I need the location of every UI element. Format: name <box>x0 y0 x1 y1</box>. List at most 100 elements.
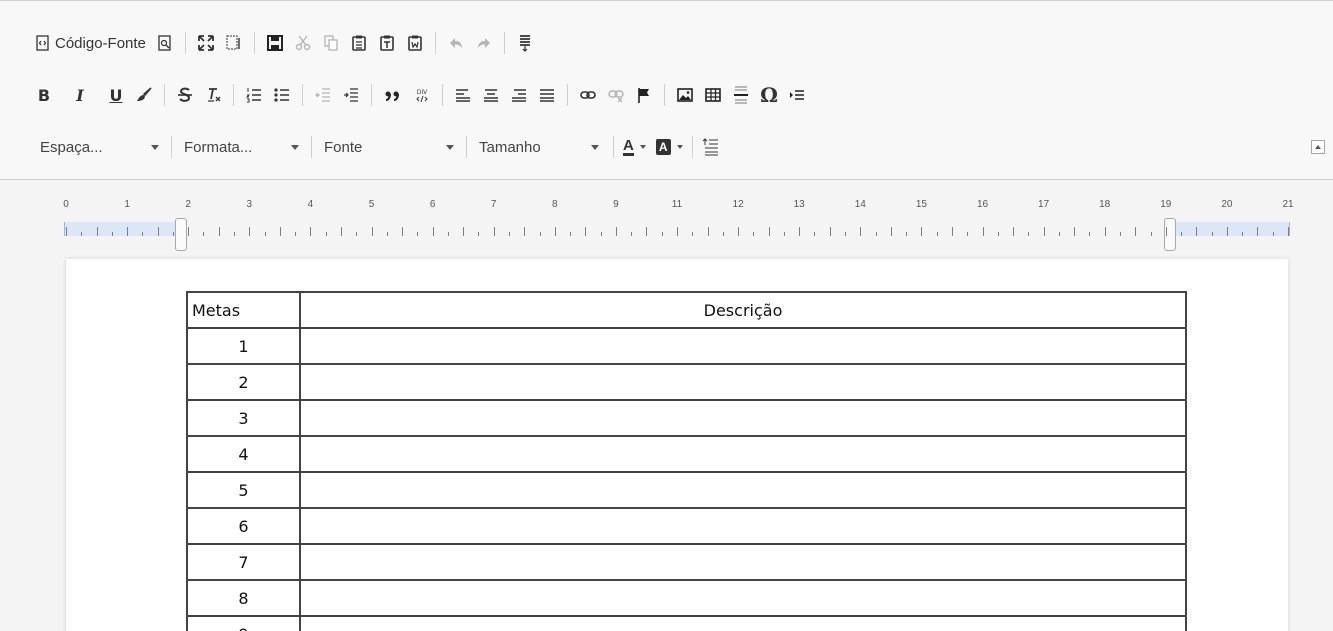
table-button[interactable] <box>699 81 727 109</box>
show-blocks-button[interactable] <box>220 29 248 57</box>
description-cell[interactable] <box>299 435 1187 473</box>
source-button[interactable]: Código-Fonte <box>30 29 151 57</box>
redo-icon <box>477 38 490 48</box>
ruler-tick <box>1242 232 1244 236</box>
svg-text:DIV: DIV <box>417 89 428 96</box>
ruler: 0 1 2 3 4 5 6 7 8 9 11 12 13 14 15 16 17 18 19 20 21 <box>0 181 1333 256</box>
undo-button[interactable] <box>442 29 470 57</box>
ruler-tick <box>1196 227 1198 236</box>
paste-text-button[interactable] <box>373 29 401 57</box>
unlink-button[interactable] <box>602 81 630 109</box>
ruler-tick <box>967 232 969 236</box>
font-combo[interactable]: Fonte <box>314 133 464 161</box>
align-center-icon <box>484 89 498 102</box>
meta-number-cell[interactable]: 8 <box>186 579 301 617</box>
meta-number-cell[interactable]: 6 <box>186 507 301 545</box>
meta-number-cell[interactable]: 5 <box>186 471 301 509</box>
format-combo[interactable]: Formata... <box>174 133 309 161</box>
page-break-button[interactable] <box>511 29 539 57</box>
underline-button[interactable]: U <box>102 81 130 109</box>
ruler-tick <box>356 232 358 236</box>
table-row: 9 <box>186 615 1187 631</box>
blockquote-button[interactable] <box>378 81 408 109</box>
align-justify-button[interactable] <box>533 81 561 109</box>
page-break-insert-button[interactable] <box>783 81 811 109</box>
collapse-toolbar-button[interactable] <box>1311 140 1325 154</box>
ruler-label: 0 <box>63 199 69 210</box>
remove-format-button[interactable] <box>199 81 227 109</box>
save-button[interactable] <box>261 29 289 57</box>
description-cell[interactable] <box>299 327 1187 365</box>
description-cell[interactable] <box>299 507 1187 545</box>
ruler-tick <box>432 227 434 236</box>
numbered-list-button[interactable] <box>240 81 268 109</box>
meta-number-cell[interactable]: 3 <box>186 399 301 437</box>
unlink-icon <box>608 90 624 103</box>
background-color-button[interactable]: A <box>651 133 688 161</box>
cut-button[interactable] <box>289 29 317 57</box>
maximize-button[interactable] <box>192 29 220 57</box>
ruler-tick <box>936 232 938 236</box>
bulleted-list-button[interactable] <box>268 81 296 109</box>
toolbar-separator <box>664 84 665 106</box>
description-cell[interactable] <box>299 363 1187 401</box>
copy-format-button[interactable] <box>130 81 158 109</box>
table-row: 2 <box>186 363 1187 401</box>
ruler-tick <box>218 227 220 236</box>
description-cell[interactable] <box>299 399 1187 437</box>
paste-word-icon <box>408 35 422 51</box>
header-cell-descricao[interactable]: Descrição <box>299 291 1187 329</box>
goals-table: Metas Descrição 123456789 <box>186 291 1187 631</box>
preview-button[interactable] <box>151 29 179 57</box>
ruler-tick <box>508 232 510 236</box>
meta-number-cell[interactable]: 4 <box>186 435 301 473</box>
text-color-button[interactable]: A <box>618 133 651 161</box>
flag-icon <box>638 88 649 103</box>
table-header-row: Metas Descrição <box>186 291 1187 329</box>
toolbar-row-3: Espaça... Formata... Fonte Tamanho A A <box>34 132 725 162</box>
ruler-tick <box>921 227 923 236</box>
align-center-button[interactable] <box>477 81 505 109</box>
size-combo-label: Tamanho <box>479 138 541 156</box>
copy-button[interactable] <box>317 29 345 57</box>
toolbar-row-1: Código-Fonte <box>30 28 539 58</box>
div-container-button[interactable]: DIV <box>408 81 436 109</box>
strikethrough-button[interactable] <box>171 81 199 109</box>
ruler-tick <box>1165 227 1167 236</box>
toolbar-separator <box>171 136 172 158</box>
ruler-tick <box>707 227 709 236</box>
ruler-left-margin-handle[interactable] <box>175 218 187 251</box>
size-combo[interactable]: Tamanho <box>469 133 609 161</box>
bold-button[interactable]: B <box>30 81 58 109</box>
description-cell[interactable] <box>299 543 1187 581</box>
description-cell[interactable] <box>299 579 1187 617</box>
line-height-button[interactable] <box>697 133 725 161</box>
link-button[interactable] <box>574 81 602 109</box>
document-page[interactable]: Metas Descrição 123456789 <box>66 259 1288 631</box>
meta-number-cell[interactable]: 9 <box>186 615 301 631</box>
spacing-combo[interactable]: Espaça... <box>34 133 169 161</box>
decrease-indent-button[interactable] <box>309 81 337 109</box>
anchor-button[interactable] <box>630 81 658 109</box>
description-cell[interactable] <box>299 615 1187 631</box>
redo-button[interactable] <box>470 29 498 57</box>
italic-button[interactable]: I <box>66 81 94 109</box>
description-cell[interactable] <box>299 471 1187 509</box>
ruler-tick <box>585 227 587 236</box>
ruler-tick <box>1089 232 1091 236</box>
ruler-tick <box>1058 232 1060 236</box>
meta-number-cell[interactable]: 2 <box>186 363 301 401</box>
horizontal-rule-button[interactable] <box>727 81 755 109</box>
increase-indent-icon <box>344 88 358 102</box>
align-left-button[interactable] <box>449 81 477 109</box>
align-right-button[interactable] <box>505 81 533 109</box>
paste-button[interactable] <box>345 29 373 57</box>
ruler-tick <box>722 232 724 236</box>
image-button[interactable] <box>671 81 699 109</box>
special-char-button[interactable]: Ω <box>755 81 783 109</box>
meta-number-cell[interactable]: 7 <box>186 543 301 581</box>
paste-word-button[interactable] <box>401 29 429 57</box>
meta-number-cell[interactable]: 1 <box>186 327 301 365</box>
increase-indent-button[interactable] <box>337 81 365 109</box>
header-cell-metas[interactable]: Metas <box>186 291 301 329</box>
